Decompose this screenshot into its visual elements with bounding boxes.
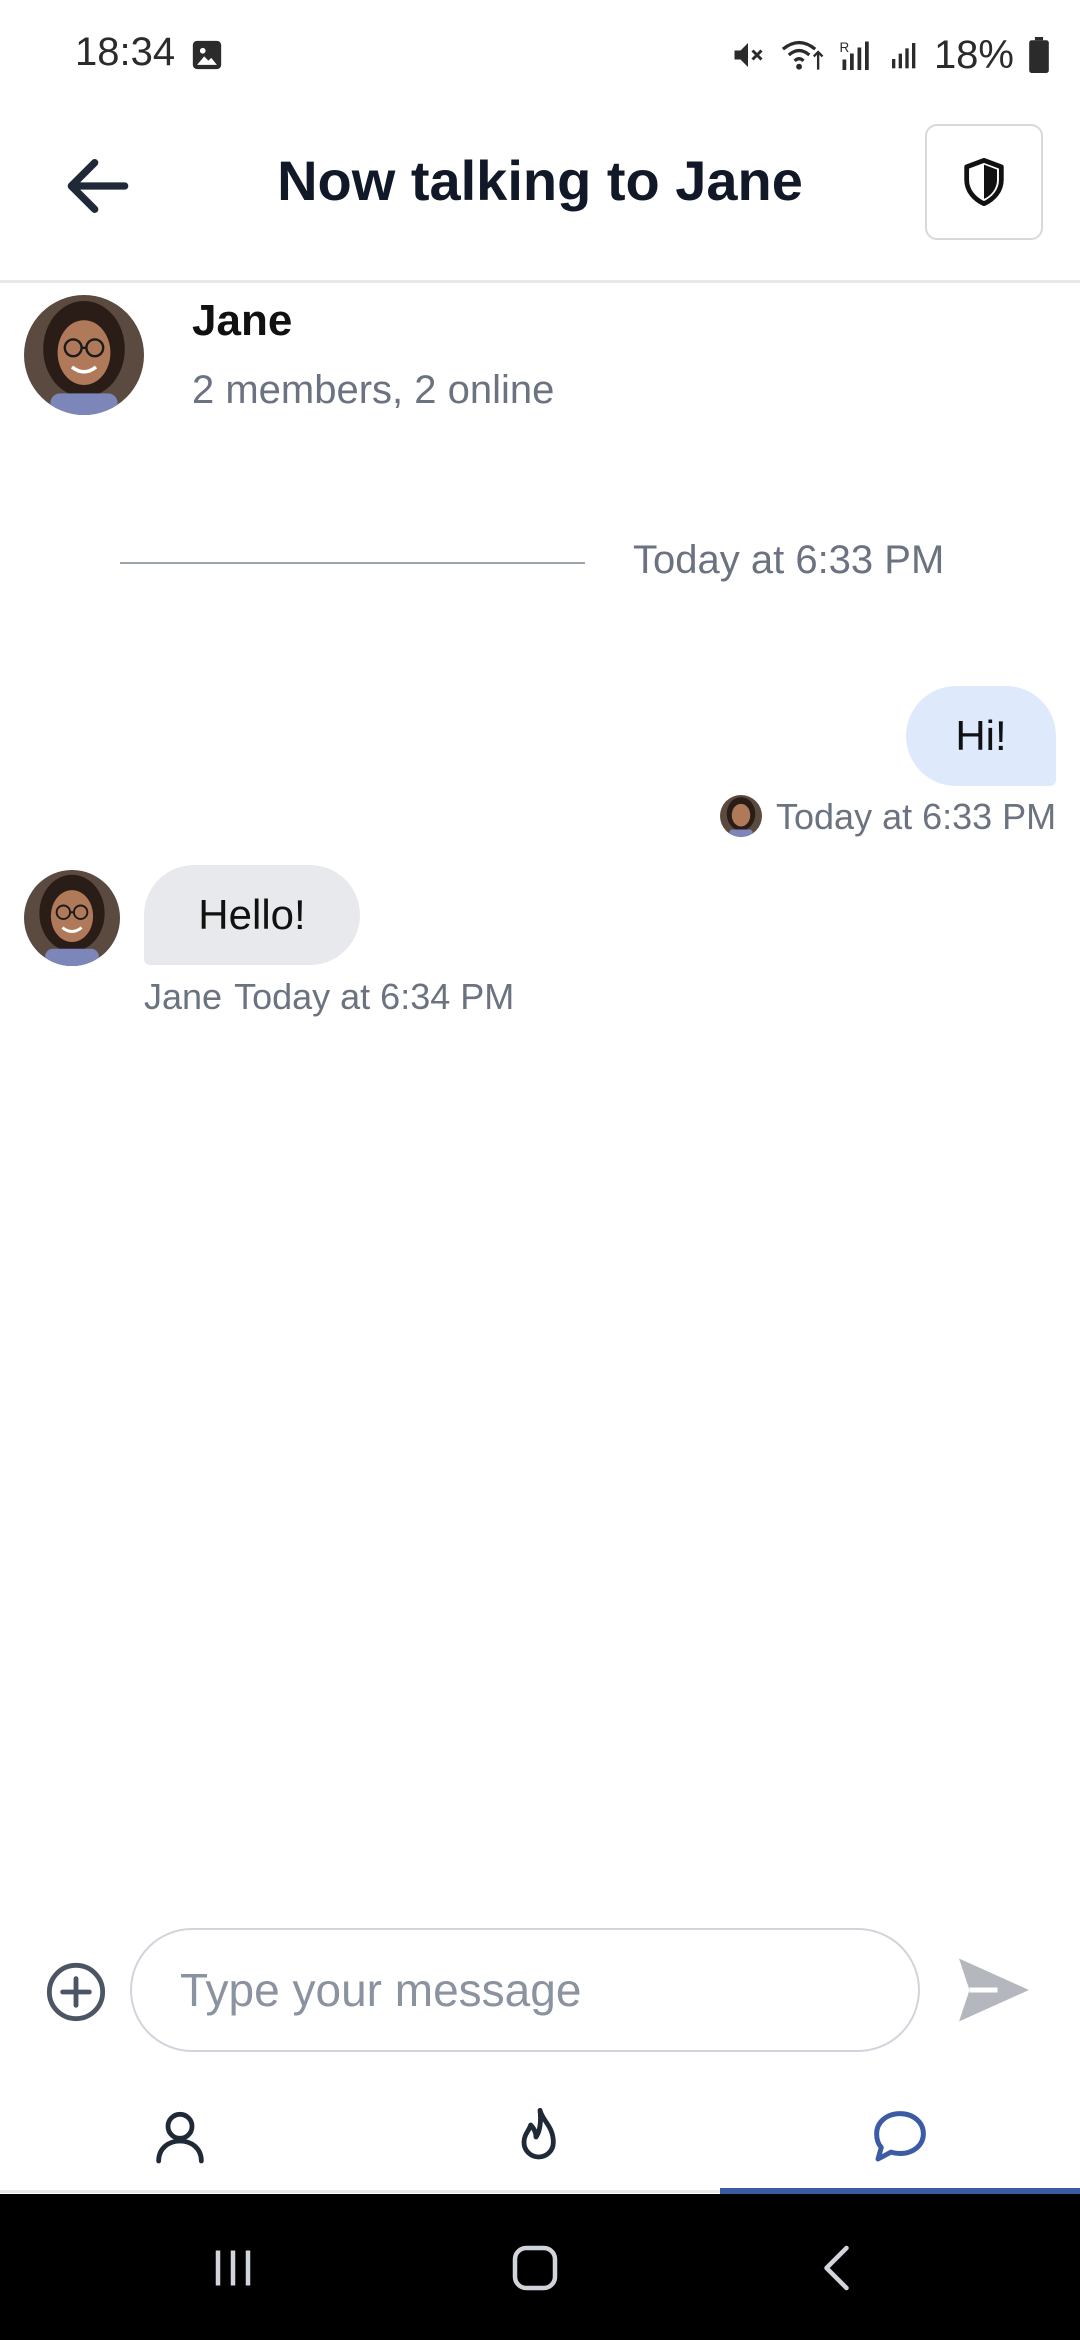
channel-name: Jane (192, 296, 293, 345)
signal-icon: R (839, 40, 869, 70)
user-icon (156, 2111, 204, 2164)
message-timestamp: Today at 6:34 PM (234, 976, 515, 1017)
mute-icon (734, 43, 763, 67)
nav-item-chat[interactable] (840, 2092, 960, 2182)
avatar-image (24, 870, 120, 966)
nav-item-profile[interactable] (120, 2092, 240, 2182)
message-text: Hello! (198, 891, 306, 938)
message-timestamp: Today at 6:33 PM (776, 796, 1057, 837)
avatar[interactable] (24, 295, 144, 415)
recent-apps-icon (215, 2250, 251, 2286)
plus-circle-icon (46, 1962, 106, 2022)
date-divider (120, 562, 585, 564)
battery-icon (1029, 37, 1049, 73)
shield-icon (964, 157, 1004, 207)
avatar (720, 795, 762, 837)
outgoing-message-bubble[interactable]: Hi! (906, 686, 1056, 786)
status-icons: R 18% (730, 30, 1050, 80)
system-back-button[interactable] (794, 2228, 884, 2308)
avatar[interactable] (24, 870, 120, 966)
send-button[interactable] (952, 1948, 1036, 2032)
status-bar: 18:34 R 18% (0, 0, 1080, 110)
home-icon (512, 2245, 558, 2291)
avatar-image (720, 795, 762, 837)
message-input[interactable] (130, 1928, 920, 2052)
security-button[interactable] (925, 124, 1043, 240)
wifi-icon (781, 40, 824, 70)
message-text: Hi! (955, 712, 1007, 759)
message-author: Jane (144, 976, 223, 1017)
avatar-image (24, 295, 144, 415)
incoming-message-bubble[interactable]: Hello! (144, 865, 360, 965)
date-separator: Today at 6:33 PM (633, 538, 945, 582)
home-button[interactable] (490, 2228, 580, 2308)
nav-item-discover[interactable] (480, 2092, 600, 2182)
recent-apps-button[interactable] (188, 2228, 278, 2308)
signal-icon (891, 43, 916, 69)
status-time: 18:34 (75, 30, 176, 74)
chat-icon (874, 2111, 926, 2162)
page-title: Now talking to Jane (277, 149, 803, 212)
svg-text:R: R (839, 40, 849, 55)
send-icon (959, 1958, 1029, 2022)
battery-level: 18% (933, 32, 1014, 77)
add-attachment-button[interactable] (44, 1960, 108, 2024)
message-meta: Jane Today at 6:34 PM (144, 976, 514, 1018)
image-icon (192, 40, 222, 70)
flame-icon (521, 2107, 556, 2160)
chevron-left-icon (824, 2245, 849, 2291)
channel-member-status: 2 members, 2 online (192, 368, 555, 412)
